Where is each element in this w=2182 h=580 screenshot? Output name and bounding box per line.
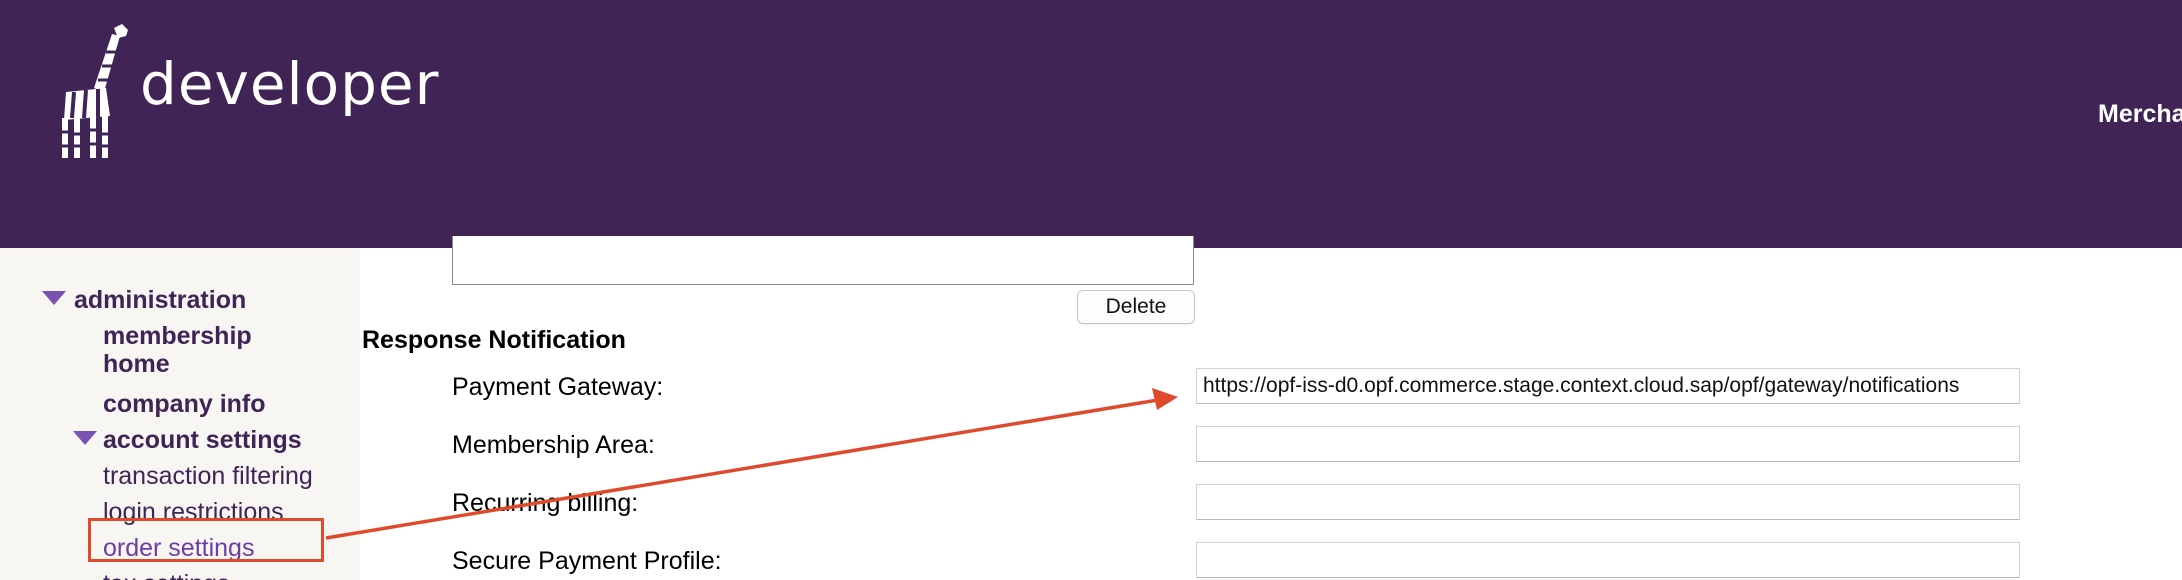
section-title: Response Notification	[362, 326, 626, 354]
header-bar: developer Merchant	[0, 0, 2182, 248]
sidebar-item-transaction-filtering[interactable]: transaction filtering	[103, 462, 313, 490]
secure-payment-profile-label: Secure Payment Profile:	[452, 547, 722, 575]
expand-triangle-icon[interactable]	[73, 431, 97, 445]
recurring-billing-label: Recurring billing:	[452, 489, 639, 517]
membership-area-input[interactable]	[1196, 426, 2020, 462]
expand-triangle-icon[interactable]	[42, 291, 66, 305]
page: developer Merchant administration member…	[0, 0, 2182, 580]
annotation-highlight-box	[88, 518, 324, 562]
delete-button[interactable]: Delete	[1077, 290, 1195, 324]
sidebar-item-account-settings[interactable]: account settings	[103, 426, 302, 454]
sidebar-item-company-info[interactable]: company info	[103, 390, 266, 418]
sidebar-item-tax-settings[interactable]: tax settings	[103, 570, 229, 580]
logo-text: developer	[140, 50, 440, 118]
giraffe-icon	[62, 24, 128, 158]
recurring-billing-input[interactable]	[1196, 484, 2020, 520]
payment-gateway-label: Payment Gateway:	[452, 373, 664, 401]
sidebar-item-membership-home[interactable]: membership home	[103, 322, 303, 378]
sidebar-item-administration[interactable]: administration	[74, 286, 246, 314]
text-area[interactable]	[452, 236, 1194, 285]
secure-payment-profile-input[interactable]	[1196, 542, 2020, 578]
membership-area-label: Membership Area:	[452, 431, 655, 459]
developer-logo[interactable]: developer	[56, 22, 456, 162]
merchant-link[interactable]: Merchant	[2098, 100, 2182, 129]
payment-gateway-input[interactable]: https://opf-iss-d0.opf.commerce.stage.co…	[1196, 368, 2020, 404]
